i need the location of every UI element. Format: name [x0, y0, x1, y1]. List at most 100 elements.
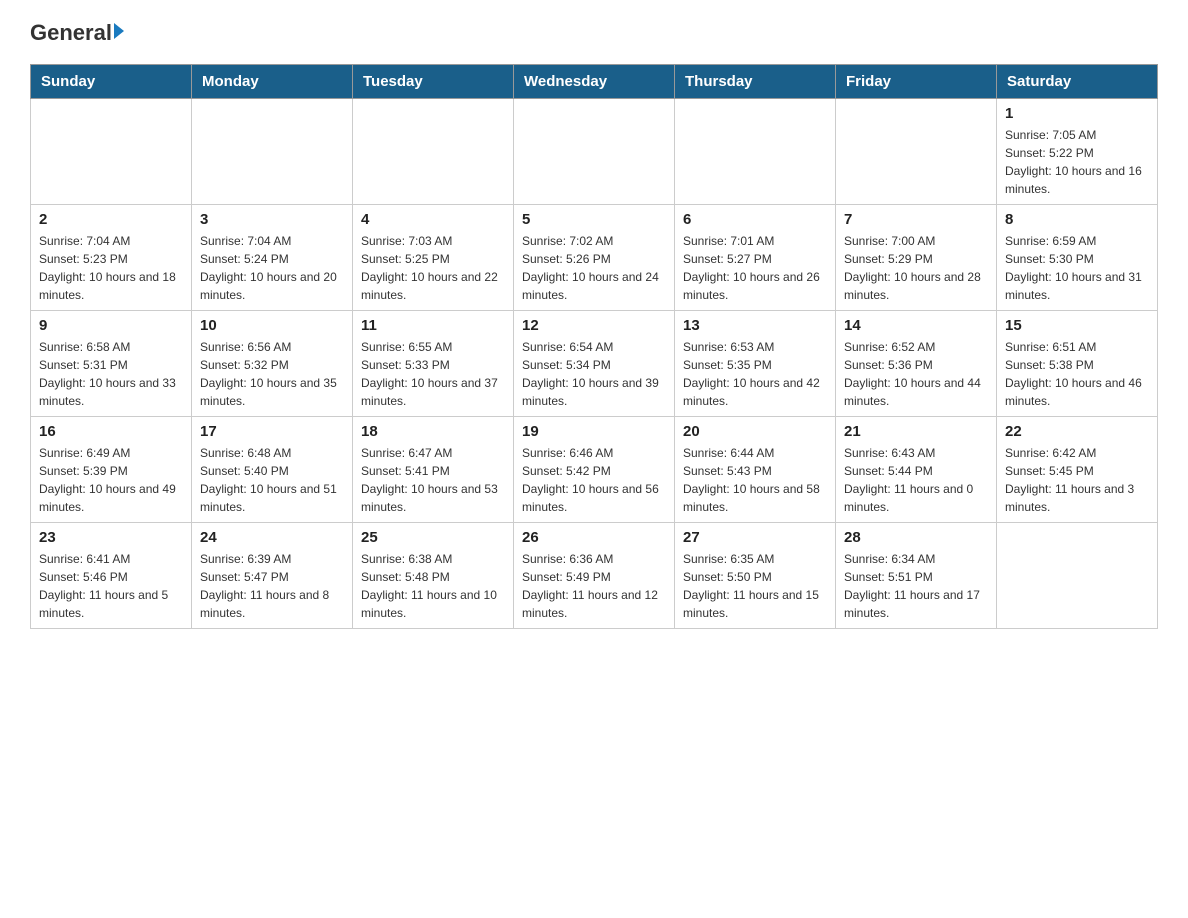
week-row-3: 9 Sunrise: 6:58 AM Sunset: 5:31 PM Daylig…: [31, 311, 1158, 417]
day-cell: 17 Sunrise: 6:48 AM Sunset: 5:40 PM Dayli…: [192, 417, 353, 523]
day-number: 16: [39, 423, 183, 440]
day-cell: 3 Sunrise: 7:04 AM Sunset: 5:24 PM Daylig…: [192, 205, 353, 311]
day-number: 11: [361, 317, 505, 334]
day-info: Sunrise: 6:58 AM Sunset: 5:31 PM Dayligh…: [39, 338, 183, 410]
day-cell: 21Sunrise: 6:43 AM Sunset: 5:44 PM Dayli…: [836, 417, 997, 523]
logo-arrow-icon: [114, 23, 124, 39]
calendar-table: SundayMondayTuesdayWednesdayThursdayFrid…: [30, 64, 1158, 629]
week-row-4: 16 Sunrise: 6:49 AM Sunset: 5:39 PM Dayli…: [31, 417, 1158, 523]
day-info: Sunrise: 6:53 AM Sunset: 5:35 PM Dayligh…: [683, 338, 827, 410]
day-number: 15: [1005, 317, 1149, 334]
day-number: 3: [200, 211, 344, 228]
day-cell: 23 Sunrise: 6:41 AM Sunset: 5:46 PM Dayli…: [31, 523, 192, 629]
day-cell: [514, 99, 675, 205]
week-row-5: 23 Sunrise: 6:41 AM Sunset: 5:46 PM Dayli…: [31, 523, 1158, 629]
day-number: 2: [39, 211, 183, 228]
day-info: Sunrise: 6:52 AM Sunset: 5:36 PM Dayligh…: [844, 338, 988, 410]
day-cell: 22 Sunrise: 6:42 AM Sunset: 5:45 PM Dayli…: [997, 417, 1158, 523]
day-number: 19: [522, 423, 666, 440]
day-number: 14: [844, 317, 988, 334]
day-cell: 2 Sunrise: 7:04 AM Sunset: 5:23 PM Daylig…: [31, 205, 192, 311]
day-info: Sunrise: 6:44 AM Sunset: 5:43 PM Dayligh…: [683, 444, 827, 516]
day-cell: 15 Sunrise: 6:51 AM Sunset: 5:38 PM Dayli…: [997, 311, 1158, 417]
day-info: Sunrise: 7:05 AM Sunset: 5:22 PM Dayligh…: [1005, 126, 1149, 198]
weekday-header-monday: Monday: [192, 65, 353, 99]
day-number: 21: [844, 423, 988, 440]
day-number: 9: [39, 317, 183, 334]
day-number: 23: [39, 529, 183, 546]
day-number: 5: [522, 211, 666, 228]
day-number: 8: [1005, 211, 1149, 228]
day-cell: [353, 99, 514, 205]
day-number: 22: [1005, 423, 1149, 440]
week-row-2: 2 Sunrise: 7:04 AM Sunset: 5:23 PM Daylig…: [31, 205, 1158, 311]
day-cell: 26 Sunrise: 6:36 AM Sunset: 5:49 PM Dayli…: [514, 523, 675, 629]
day-info: Sunrise: 6:36 AM Sunset: 5:49 PM Dayligh…: [522, 550, 666, 622]
day-cell: 27 Sunrise: 6:35 AM Sunset: 5:50 PM Dayli…: [675, 523, 836, 629]
day-info: Sunrise: 7:02 AM Sunset: 5:26 PM Dayligh…: [522, 232, 666, 304]
logo-general: General: [30, 20, 124, 46]
weekday-header-thursday: Thursday: [675, 65, 836, 99]
day-cell: 6 Sunrise: 7:01 AM Sunset: 5:27 PM Daylig…: [675, 205, 836, 311]
weekday-header-sunday: Sunday: [31, 65, 192, 99]
week-row-1: 1 Sunrise: 7:05 AM Sunset: 5:22 PM Daylig…: [31, 99, 1158, 205]
day-info: Sunrise: 6:49 AM Sunset: 5:39 PM Dayligh…: [39, 444, 183, 516]
day-cell: 16 Sunrise: 6:49 AM Sunset: 5:39 PM Dayli…: [31, 417, 192, 523]
day-cell: 11 Sunrise: 6:55 AM Sunset: 5:33 PM Dayli…: [353, 311, 514, 417]
day-info: Sunrise: 7:00 AM Sunset: 5:29 PM Dayligh…: [844, 232, 988, 304]
day-cell: 1 Sunrise: 7:05 AM Sunset: 5:22 PM Daylig…: [997, 99, 1158, 205]
day-number: 17: [200, 423, 344, 440]
day-info: Sunrise: 6:48 AM Sunset: 5:40 PM Dayligh…: [200, 444, 344, 516]
day-info: Sunrise: 6:56 AM Sunset: 5:32 PM Dayligh…: [200, 338, 344, 410]
day-info: Sunrise: 6:42 AM Sunset: 5:45 PM Dayligh…: [1005, 444, 1149, 516]
day-number: 4: [361, 211, 505, 228]
day-number: 13: [683, 317, 827, 334]
day-info: Sunrise: 6:59 AM Sunset: 5:30 PM Dayligh…: [1005, 232, 1149, 304]
day-info: Sunrise: 6:39 AM Sunset: 5:47 PM Dayligh…: [200, 550, 344, 622]
day-info: Sunrise: 6:51 AM Sunset: 5:38 PM Dayligh…: [1005, 338, 1149, 410]
day-info: Sunrise: 7:04 AM Sunset: 5:23 PM Dayligh…: [39, 232, 183, 304]
weekday-header-row: SundayMondayTuesdayWednesdayThursdayFrid…: [31, 65, 1158, 99]
day-cell: 18 Sunrise: 6:47 AM Sunset: 5:41 PM Dayli…: [353, 417, 514, 523]
day-cell: 20 Sunrise: 6:44 AM Sunset: 5:43 PM Dayli…: [675, 417, 836, 523]
day-number: 26: [522, 529, 666, 546]
day-cell: [31, 99, 192, 205]
day-info: Sunrise: 7:01 AM Sunset: 5:27 PM Dayligh…: [683, 232, 827, 304]
day-cell: 19Sunrise: 6:46 AM Sunset: 5:42 PM Dayli…: [514, 417, 675, 523]
weekday-header-wednesday: Wednesday: [514, 65, 675, 99]
day-cell: 5 Sunrise: 7:02 AM Sunset: 5:26 PM Daylig…: [514, 205, 675, 311]
day-cell: 8 Sunrise: 6:59 AM Sunset: 5:30 PM Daylig…: [997, 205, 1158, 311]
day-cell: 25Sunrise: 6:38 AM Sunset: 5:48 PM Dayli…: [353, 523, 514, 629]
day-cell: 12Sunrise: 6:54 AM Sunset: 5:34 PM Dayli…: [514, 311, 675, 417]
day-number: 1: [1005, 105, 1149, 122]
logo: General: [30, 20, 124, 44]
weekday-header-friday: Friday: [836, 65, 997, 99]
day-number: 10: [200, 317, 344, 334]
day-cell: 14 Sunrise: 6:52 AM Sunset: 5:36 PM Dayli…: [836, 311, 997, 417]
day-number: 27: [683, 529, 827, 546]
day-number: 7: [844, 211, 988, 228]
day-cell: 24Sunrise: 6:39 AM Sunset: 5:47 PM Dayli…: [192, 523, 353, 629]
day-cell: [997, 523, 1158, 629]
day-info: Sunrise: 7:04 AM Sunset: 5:24 PM Dayligh…: [200, 232, 344, 304]
day-info: Sunrise: 7:03 AM Sunset: 5:25 PM Dayligh…: [361, 232, 505, 304]
day-cell: [836, 99, 997, 205]
day-info: Sunrise: 6:34 AM Sunset: 5:51 PM Dayligh…: [844, 550, 988, 622]
day-info: Sunrise: 6:54 AM Sunset: 5:34 PM Dayligh…: [522, 338, 666, 410]
day-cell: 13 Sunrise: 6:53 AM Sunset: 5:35 PM Dayli…: [675, 311, 836, 417]
day-cell: 28 Sunrise: 6:34 AM Sunset: 5:51 PM Dayli…: [836, 523, 997, 629]
day-number: 28: [844, 529, 988, 546]
day-info: Sunrise: 6:47 AM Sunset: 5:41 PM Dayligh…: [361, 444, 505, 516]
logo-general-text: General: [30, 20, 112, 46]
day-cell: [675, 99, 836, 205]
day-info: Sunrise: 6:55 AM Sunset: 5:33 PM Dayligh…: [361, 338, 505, 410]
day-number: 6: [683, 211, 827, 228]
day-number: 20: [683, 423, 827, 440]
day-cell: 7 Sunrise: 7:00 AM Sunset: 5:29 PM Daylig…: [836, 205, 997, 311]
weekday-header-saturday: Saturday: [997, 65, 1158, 99]
day-cell: 9 Sunrise: 6:58 AM Sunset: 5:31 PM Daylig…: [31, 311, 192, 417]
day-number: 25: [361, 529, 505, 546]
day-info: Sunrise: 6:35 AM Sunset: 5:50 PM Dayligh…: [683, 550, 827, 622]
day-number: 18: [361, 423, 505, 440]
day-info: Sunrise: 6:41 AM Sunset: 5:46 PM Dayligh…: [39, 550, 183, 622]
